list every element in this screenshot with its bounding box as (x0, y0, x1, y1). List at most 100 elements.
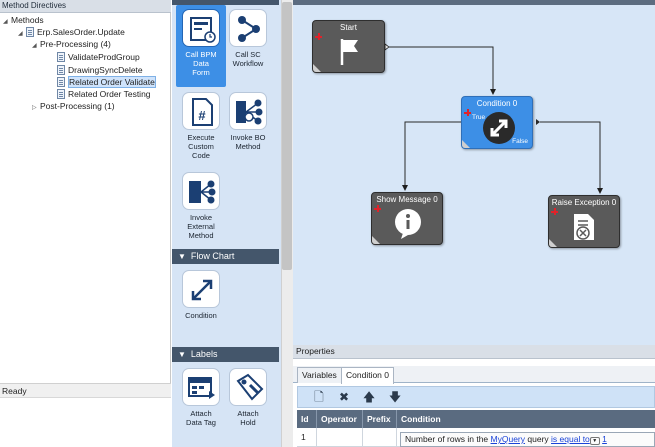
section-header-labels[interactable]: ▼ Labels (172, 347, 279, 362)
tool-label: Attach Data Tag (186, 409, 216, 427)
tree-label: ValidateProdGroup (68, 52, 140, 62)
tool-invoke-external-method[interactable]: Invoke External Method (176, 172, 226, 240)
tool-invoke-bo-method[interactable]: Invoke BO Method (223, 92, 273, 151)
tool-call-bpm-data-form[interactable]: Call BPM Data Form (176, 5, 226, 87)
query-link[interactable]: MyQuery (491, 434, 525, 444)
status-bar: Ready (0, 383, 171, 397)
tool-execute-custom-code[interactable]: # Execute Custom Code (176, 92, 226, 160)
node-condition[interactable]: Condition 0 True False (461, 96, 533, 149)
directive-icon (57, 77, 65, 87)
condition-text: Number of rows in the (405, 434, 489, 444)
tool-attach-hold[interactable]: Attach Hold (223, 368, 273, 427)
delete-row-icon[interactable]: ✖ (336, 389, 352, 405)
condition-text: query (527, 434, 549, 444)
tree-node-directive[interactable]: DrawingSyncDelete (57, 65, 143, 76)
tool-label: Invoke BO Method (230, 133, 266, 151)
tree-node-directive[interactable]: ValidateProdGroup (57, 52, 140, 63)
tree-node-pre-processing[interactable]: ◢ Pre-Processing (4) (32, 39, 111, 50)
info-icon (395, 209, 421, 239)
node-start[interactable]: Start (312, 20, 385, 73)
chevron-down-icon: ▼ (178, 252, 186, 261)
svg-text:#: # (198, 108, 206, 123)
move-down-icon[interactable]: 🡇 (387, 389, 403, 405)
column-header-id[interactable]: Id (297, 410, 317, 428)
resize-corner (313, 64, 321, 72)
add-icon[interactable] (464, 109, 471, 116)
operator-link[interactable]: is equal to (551, 434, 590, 444)
directive-icon (57, 89, 65, 99)
expand-triangle-icon[interactable]: ▷ (32, 103, 40, 114)
tree-label: Related Order Validate (68, 76, 156, 88)
hold-icon (229, 368, 267, 406)
value-link[interactable]: 1 (602, 434, 607, 444)
collapse-triangle-icon[interactable]: ◢ (32, 41, 40, 52)
resize-corner (462, 140, 470, 148)
section-header-flow-chart[interactable]: ▼ Flow Chart (172, 249, 279, 264)
tool-label: Call SC Workflow (232, 50, 264, 68)
move-up-icon[interactable]: 🡅 (361, 389, 377, 405)
node-title: Raise Exception 0 (551, 198, 617, 207)
node-title: Show Message 0 (376, 195, 438, 204)
scrollbar-thumb[interactable] (282, 2, 292, 270)
cell-prefix[interactable] (363, 428, 397, 447)
tab-condition-0[interactable]: Condition 0 (341, 367, 395, 384)
tool-label: Call BPM Data Form (185, 50, 217, 77)
tree-label: DrawingSyncDelete (68, 65, 143, 75)
tab-variables[interactable]: Variables (297, 367, 342, 383)
section-label: Labels (190, 349, 218, 359)
node-title: Start (340, 23, 357, 32)
column-header-condition[interactable]: Condition (397, 410, 655, 428)
new-row-icon[interactable]: 🗋 (311, 389, 327, 405)
section-label: Flow Chart (190, 251, 235, 261)
chevron-down-icon[interactable]: ▼ (589, 437, 600, 445)
tree-label: Erp.SalesOrder.Update (37, 27, 125, 37)
custom-code-icon: # (182, 92, 220, 130)
bottom-pane (0, 397, 171, 447)
cell-id: 1 (297, 428, 317, 447)
add-icon[interactable] (315, 33, 322, 40)
flag-icon (340, 39, 358, 65)
condition-icon (182, 270, 220, 308)
tool-label: Execute Custom Code (187, 133, 215, 160)
method-icon (26, 27, 34, 37)
tree-node-directive[interactable]: Related Order Testing (57, 89, 151, 100)
tree-label: Post-Processing (1) (40, 101, 115, 111)
node-raise-exception[interactable]: Raise Exception 0 (548, 195, 620, 248)
chevron-down-icon: ▼ (178, 350, 186, 359)
tree-label: Related Order Testing (68, 89, 151, 99)
resize-corner (372, 236, 380, 244)
workflow-icon (229, 9, 267, 47)
collapse-triangle-icon[interactable]: ◢ (3, 17, 11, 28)
tree-label: Methods (11, 15, 44, 25)
directive-icon (57, 65, 65, 75)
node-title: Condition 0 (476, 99, 518, 108)
directive-icon (57, 52, 65, 62)
data-tag-icon (182, 368, 220, 406)
column-header-prefix[interactable]: Prefix (363, 410, 397, 428)
tool-attach-data-tag[interactable]: Attach Data Tag (176, 368, 226, 427)
tool-call-sc-workflow[interactable]: Call SC Workflow (223, 9, 273, 68)
condition-editor[interactable]: Number of rows in the MyQuery query is e… (400, 432, 655, 447)
add-icon[interactable] (551, 208, 558, 215)
column-header-operator[interactable]: Operator (317, 410, 363, 428)
collapse-triangle-icon[interactable]: ◢ (18, 29, 26, 40)
cell-operator[interactable] (317, 428, 363, 447)
tool-label: Invoke External Method (187, 213, 215, 240)
panel-title: Method Directives (0, 0, 171, 13)
properties-title: Properties (293, 345, 655, 359)
tool-label: Attach Hold (237, 409, 259, 427)
tree-node-methods[interactable]: ◢ Methods (3, 15, 44, 26)
condition-node-icon (483, 112, 515, 144)
tree-node-post-processing[interactable]: ▷ Post-Processing (1) (32, 101, 115, 112)
external-method-icon (182, 172, 220, 210)
add-icon[interactable] (374, 205, 381, 212)
bpm-form-icon (182, 9, 220, 47)
tree-label: Pre-Processing (4) (40, 39, 111, 49)
bo-method-icon (229, 92, 267, 130)
exception-icon (574, 214, 594, 240)
resize-corner (549, 239, 557, 247)
tree-node-directive-selected[interactable]: Related Order Validate (57, 76, 156, 88)
node-show-message[interactable]: Show Message 0 (371, 192, 443, 245)
tree-node-method[interactable]: ◢ Erp.SalesOrder.Update (18, 27, 125, 38)
tool-condition[interactable]: Condition (176, 270, 226, 320)
